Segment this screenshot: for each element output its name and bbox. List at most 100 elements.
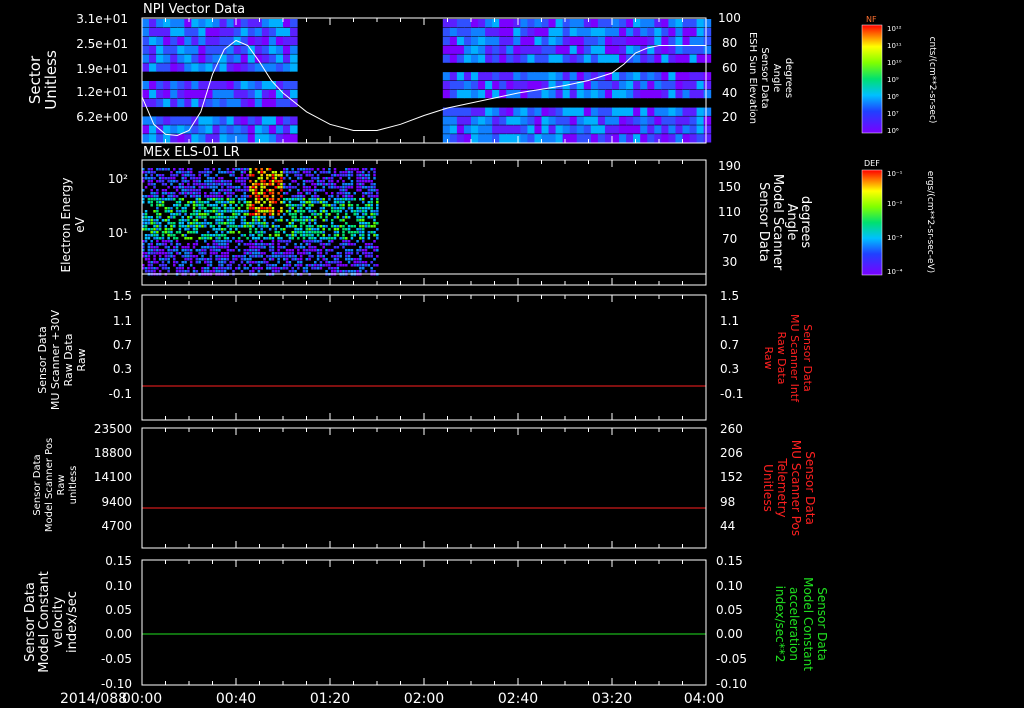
els-cell <box>367 189 371 192</box>
els-cell <box>195 180 199 183</box>
npi-cell <box>142 125 150 134</box>
npi-cell <box>463 27 472 37</box>
els-cell <box>246 222 249 225</box>
els-cell <box>328 228 331 231</box>
npi-colorbar-units: cnts/(cm**2-sr-sec) <box>927 37 937 124</box>
els-cell <box>288 222 292 225</box>
els-cell <box>150 240 153 243</box>
els-cell <box>308 198 311 201</box>
npi-cell <box>682 54 691 63</box>
els-cell <box>150 192 153 195</box>
npi-cell <box>156 81 164 90</box>
els-cell <box>220 183 224 186</box>
npi-cell <box>240 19 249 28</box>
els-cell <box>316 234 320 237</box>
els-cell <box>243 252 247 255</box>
els-cell <box>364 222 368 225</box>
els-cell <box>215 195 218 198</box>
npi-cell <box>268 27 277 37</box>
els-cell <box>257 195 261 198</box>
els-cell <box>249 234 252 237</box>
els-cell <box>184 174 187 177</box>
els-cell <box>353 270 356 273</box>
els-cell <box>302 249 306 252</box>
els-cell <box>373 213 376 216</box>
els-cell <box>150 234 153 237</box>
els-cell <box>181 216 184 219</box>
els-cell <box>212 204 215 207</box>
npi-cell <box>541 36 550 46</box>
els-cell <box>226 195 230 198</box>
npi-cell <box>703 134 712 143</box>
npi-cell <box>449 45 458 54</box>
npi-cell <box>184 98 192 108</box>
els-cell <box>288 201 292 204</box>
els-cell <box>144 186 148 189</box>
els-cell <box>322 225 325 228</box>
els-cell <box>280 201 283 204</box>
npi-cell <box>612 72 620 81</box>
els-cell <box>218 183 221 186</box>
npi-cell <box>654 89 662 99</box>
els-cell <box>283 246 286 249</box>
els-cell <box>336 261 340 264</box>
npi-cell <box>597 89 606 99</box>
scanner-pos-right-label: Sensor Data MU Scanner Pos Telemetry Uni… <box>761 440 817 536</box>
els-cell <box>305 207 309 210</box>
npi-cell <box>597 19 606 28</box>
npi-cell <box>254 134 263 143</box>
npi-cell <box>548 125 557 134</box>
mu-raw-right-axis: 1.5 1.1 0.7 0.3 -0.1 <box>720 289 743 401</box>
els-cell <box>347 225 351 228</box>
els-cell <box>283 252 286 255</box>
els-cell <box>198 222 201 225</box>
npi-cell <box>506 72 514 81</box>
els-cell <box>291 234 294 237</box>
npi-cell <box>541 72 550 81</box>
npi-cell <box>456 107 465 116</box>
npi-cell <box>499 116 507 125</box>
els-cell <box>373 270 376 273</box>
npi-cell <box>198 27 206 37</box>
npi-cell <box>604 134 613 143</box>
els-cell <box>314 189 317 192</box>
mu-raw-right-label-line: MU Scanner Intf <box>788 314 801 403</box>
els-cell <box>347 270 351 273</box>
els-cell <box>330 270 334 273</box>
els-cell <box>299 258 303 261</box>
els-cell <box>373 219 376 222</box>
els-cell <box>277 198 280 201</box>
els-cell <box>263 222 266 225</box>
els-cell <box>209 186 213 189</box>
els-cell <box>195 240 199 243</box>
els-cell <box>192 204 196 207</box>
npi-cell <box>212 89 221 99</box>
els-cell <box>229 231 232 234</box>
els-cell <box>345 192 348 195</box>
els-cell <box>243 171 247 174</box>
els-cell <box>235 195 238 198</box>
npi-cell <box>534 81 542 90</box>
els-cell <box>198 177 201 180</box>
els-cell <box>206 237 210 240</box>
els-cell <box>220 210 224 213</box>
els-cell <box>342 264 345 267</box>
els-cell <box>319 249 323 252</box>
npi-cell <box>612 19 620 28</box>
els-cell <box>147 255 151 258</box>
els-cell <box>223 243 227 246</box>
els-cell <box>294 225 297 228</box>
els-cell <box>181 255 184 258</box>
npi-cell <box>633 89 641 99</box>
els-cell <box>356 219 359 222</box>
npi-cell <box>696 134 705 143</box>
els-cell <box>212 228 215 231</box>
els-cell <box>266 177 269 180</box>
els-cell <box>285 252 289 255</box>
els-cell <box>150 264 153 267</box>
time-tick-label: 02:40 <box>498 691 538 707</box>
els-cell <box>251 222 255 225</box>
els-cell <box>235 168 238 171</box>
els-cell <box>161 192 165 195</box>
scanner-pos-left-label-line: Raw <box>56 474 67 495</box>
